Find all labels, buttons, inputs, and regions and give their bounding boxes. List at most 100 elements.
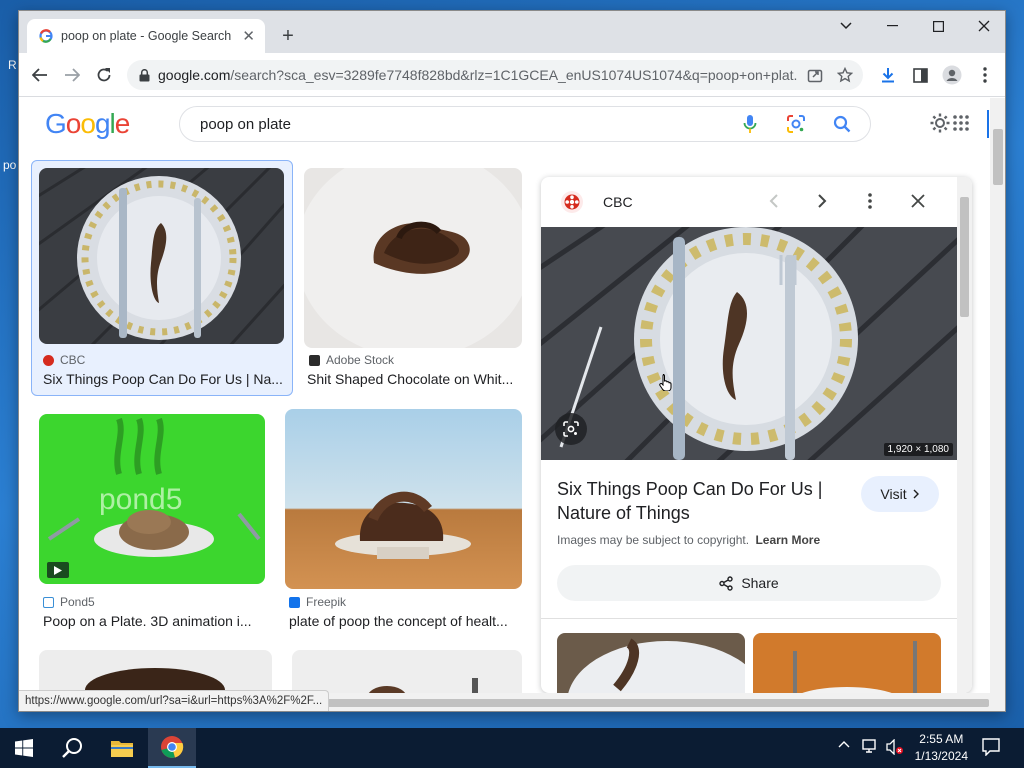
search-input[interactable]: poop on plate [200,116,716,133]
desktop-icon-label: R [8,58,17,72]
tab-title: poop on plate - Google Search [61,29,232,43]
search-taskbar-button[interactable] [48,728,96,768]
lock-icon[interactable] [139,68,150,82]
tab-search-chevron-icon[interactable] [823,11,869,41]
system-clock[interactable]: 2:55 AM 1/13/2024 [915,731,968,765]
google-lens-icon[interactable] [784,112,808,136]
logo-letter: g [94,108,111,139]
tab-strip: poop on plate - Google Search ✕ + [19,11,1005,53]
address-bar[interactable]: google.com/search?sca_esv=3289fe7748f828… [127,60,863,90]
start-button[interactable] [0,728,48,768]
preview-title[interactable]: Six Things Poop Can Do For Us | Nature o… [557,477,847,525]
apps-grid-icon[interactable] [948,110,974,136]
share-page-icon[interactable] [807,67,823,83]
search-box[interactable]: poop on plate [179,106,871,142]
download-icon[interactable] [877,64,899,86]
previous-image-icon[interactable] [761,188,787,214]
bookmark-star-icon[interactable] [837,67,853,83]
clock-date: 1/13/2024 [914,749,968,763]
result-image-chocolate[interactable] [304,168,522,348]
result-image-partial[interactable] [292,650,522,693]
close-tab-icon[interactable]: ✕ [242,27,255,45]
source-name: CBC [60,353,86,367]
forward-arrow-icon[interactable] [59,62,85,88]
minimize-icon[interactable] [869,11,915,41]
search-inside-image-lens-icon[interactable] [555,413,587,445]
result-image-3d-animation[interactable]: pond5 [39,414,265,584]
related-image[interactable] [753,633,941,693]
related-image[interactable] [557,633,745,693]
windows-taskbar: 2:55 AM 1/13/2024 [0,728,1024,768]
result-title[interactable]: Shit Shaped Chocolate on Whit... [307,371,523,387]
share-icon [719,575,734,591]
result-image-plate-fork-knife[interactable] [39,168,284,344]
browser-window: poop on plate - Google Search ✕ + google… [18,10,1006,712]
voice-search-icon[interactable] [738,112,762,136]
visit-button[interactable]: Visit [861,476,939,512]
page-scrollbar[interactable] [990,98,1005,693]
logo-letter: e [114,108,131,139]
share-label: Share [741,575,779,591]
cbc-favicon-icon [43,354,54,366]
panel-scrollbar-thumb[interactable] [960,197,969,317]
profile-avatar-icon[interactable] [941,64,963,86]
preview-image[interactable]: 1,920 × 1,080 [541,227,957,460]
chrome-icon [161,736,184,758]
network-icon[interactable] [862,739,880,755]
share-button[interactable]: Share [557,565,941,601]
new-tab-icon[interactable]: + [275,23,301,49]
result-title[interactable]: plate of poop the concept of healt... [289,613,519,629]
file-explorer-button[interactable] [98,728,146,768]
source-name: Pond5 [60,595,95,609]
result-image-concept-plate[interactable] [285,409,522,589]
result-image-partial[interactable] [39,650,272,693]
preview-source: CBC [603,194,633,210]
chrome-taskbar-button[interactable] [148,728,196,768]
reload-icon[interactable] [91,62,117,88]
search-icon[interactable] [830,112,854,136]
pond5-favicon-icon [43,596,54,608]
google-favicon-icon [39,29,53,43]
browser-tab[interactable]: poop on plate - Google Search ✕ [27,19,265,53]
folder-icon [111,741,133,757]
more-options-icon[interactable] [857,188,883,214]
status-bar-url: https://www.google.com/url?sa=i&url=http… [19,690,330,711]
source-name: Freepik [306,595,347,609]
freepik-favicon-icon [289,596,300,608]
result-title[interactable]: Poop on a Plate. 3D animation i... [43,613,259,629]
google-logo[interactable]: Google [45,108,131,140]
result-source: CBC [43,353,85,367]
url-path: /search?sca_esv=3289fe7748f828bd&rlz=1C1… [230,67,797,83]
side-panel-icon[interactable] [909,64,931,86]
copyright-notice: Images may be subject to copyright. Lear… [557,533,820,547]
page-scrollbar-thumb[interactable] [993,129,1003,185]
logo-letter: o [80,108,96,139]
learn-more-link[interactable]: Learn More [755,533,820,547]
image-dimensions: 1,920 × 1,080 [883,443,953,456]
next-image-icon[interactable] [809,188,835,214]
url-host: google.com [158,67,231,83]
chrome-menu-icon[interactable] [974,64,996,86]
chevron-right-icon [913,489,919,499]
maximize-icon[interactable] [915,11,961,41]
back-arrow-icon[interactable] [27,62,53,88]
close-preview-icon[interactable] [905,188,931,214]
close-window-icon[interactable] [961,11,1005,41]
notifications-icon[interactable] [982,738,1000,756]
show-hidden-icons-chevron-icon[interactable] [838,740,850,748]
divider [541,618,957,619]
url-text: google.com/search?sca_esv=3289fe7748f828… [158,67,797,83]
cbc-logo-icon [561,191,583,213]
panel-scrollbar[interactable] [957,177,972,693]
source-name: Adobe Stock [326,353,395,367]
logo-letter: G [45,108,67,139]
hand-cursor-icon [659,373,673,391]
desktop-icon-label: po [3,158,17,172]
volume-muted-icon[interactable] [886,739,904,755]
search-icon [62,738,82,758]
image-preview-panel: CBC 1,920 × 1,080 Six Things Poop Can Do… [541,177,972,693]
video-play-icon [47,562,69,578]
result-title[interactable]: Six Things Poop Can Do For Us | Na... [43,371,283,387]
result-source: Adobe Stock [309,353,394,367]
result-source: Pond5 [43,595,95,609]
